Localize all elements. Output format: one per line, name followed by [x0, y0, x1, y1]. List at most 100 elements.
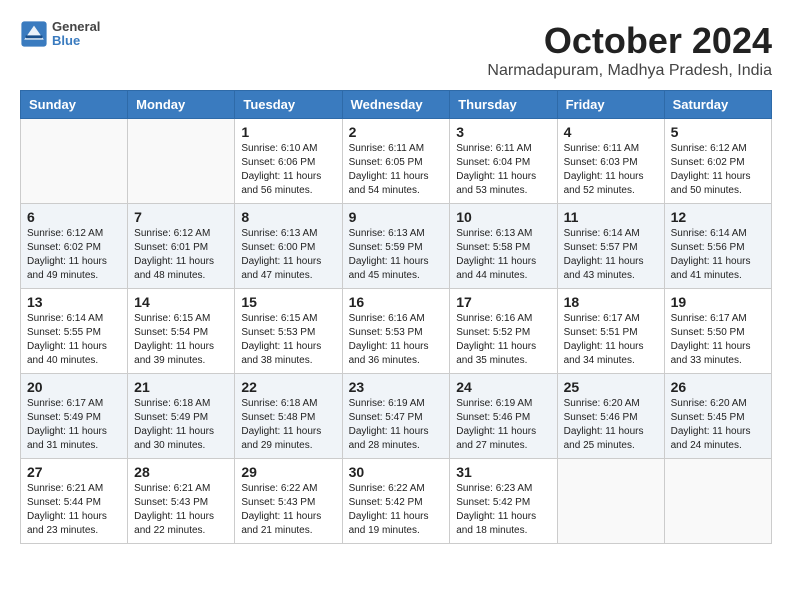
calendar-cell: 23 Sunrise: 6:19 AM Sunset: 5:47 PM Dayli… — [342, 374, 450, 459]
day-number: 12 — [671, 209, 765, 225]
day-info: Sunrise: 6:21 AM Sunset: 5:43 PM Dayligh… — [134, 482, 228, 538]
calendar-cell: 24Sunrise: 6:19 AM Sunset: 5:46 PM Dayli… — [450, 374, 557, 459]
calendar-cell: 4 Sunrise: 6:11 AM Sunset: 6:03 PM Daylig… — [557, 119, 664, 204]
calendar-cell: 11 Sunrise: 6:14 AM Sunset: 5:57 PM Dayli… — [557, 204, 664, 289]
calendar-cell: 27Sunrise: 6:21 AM Sunset: 5:44 PM Dayli… — [21, 459, 128, 544]
weekday-header-monday: Monday — [128, 91, 235, 119]
day-info: Sunrise: 6:14 AM Sunset: 5:55 PM Dayligh… — [27, 312, 121, 368]
calendar-cell: 20 Sunrise: 6:17 AM Sunset: 5:49 PM Dayli… — [21, 374, 128, 459]
day-number: 2 — [349, 124, 444, 140]
day-number: 25 — [564, 379, 658, 395]
day-info: Sunrise: 6:12 AM Sunset: 6:02 PM Dayligh… — [671, 142, 765, 198]
calendar-cell: 17 Sunrise: 6:16 AM Sunset: 5:52 PM Dayli… — [450, 289, 557, 374]
day-info: Sunrise: 6:12 AM Sunset: 6:01 PM Dayligh… — [134, 227, 228, 283]
day-info: Sunrise: 6:16 AM Sunset: 5:52 PM Dayligh… — [456, 312, 550, 368]
calendar-week-row: 27Sunrise: 6:21 AM Sunset: 5:44 PM Dayli… — [21, 459, 772, 544]
day-number: 9 — [349, 209, 444, 225]
day-number: 14 — [134, 294, 228, 310]
day-number: 24 — [456, 379, 550, 395]
day-info: Sunrise: 6:11 AM Sunset: 6:05 PM Dayligh… — [349, 142, 444, 198]
day-info: Sunrise: 6:20 AM Sunset: 5:45 PM Dayligh… — [671, 397, 765, 453]
calendar-week-row: 20 Sunrise: 6:17 AM Sunset: 5:49 PM Dayli… — [21, 374, 772, 459]
day-info: Sunrise: 6:15 AM Sunset: 5:53 PM Dayligh… — [241, 312, 335, 368]
day-info: Sunrise: 6:13 AM Sunset: 5:58 PM Dayligh… — [456, 227, 550, 283]
calendar-cell: 29 Sunrise: 6:22 AM Sunset: 5:43 PM Dayli… — [235, 459, 342, 544]
day-info: Sunrise: 6:23 AM Sunset: 5:42 PM Dayligh… — [456, 482, 550, 538]
logo-general: General — [52, 20, 100, 34]
day-info: Sunrise: 6:20 AM Sunset: 5:46 PM Dayligh… — [564, 397, 658, 453]
day-info: Sunrise: 6:11 AM Sunset: 6:03 PM Dayligh… — [564, 142, 658, 198]
calendar-cell: 19 Sunrise: 6:17 AM Sunset: 5:50 PM Dayli… — [664, 289, 771, 374]
calendar-cell: 1 Sunrise: 6:10 AM Sunset: 6:06 PM Daylig… — [235, 119, 342, 204]
day-number: 6 — [27, 209, 121, 225]
day-number: 28 — [134, 464, 228, 480]
calendar-week-row: 13Sunrise: 6:14 AM Sunset: 5:55 PM Dayli… — [21, 289, 772, 374]
calendar-cell: 15 Sunrise: 6:15 AM Sunset: 5:53 PM Dayli… — [235, 289, 342, 374]
calendar-week-row: 1 Sunrise: 6:10 AM Sunset: 6:06 PM Daylig… — [21, 119, 772, 204]
calendar-cell: 21 Sunrise: 6:18 AM Sunset: 5:49 PM Dayli… — [128, 374, 235, 459]
day-info: Sunrise: 6:22 AM Sunset: 5:43 PM Dayligh… — [241, 482, 335, 538]
day-number: 29 — [241, 464, 335, 480]
calendar-cell: 3 Sunrise: 6:11 AM Sunset: 6:04 PM Daylig… — [450, 119, 557, 204]
day-number: 11 — [564, 209, 658, 225]
calendar-cell: 5 Sunrise: 6:12 AM Sunset: 6:02 PM Daylig… — [664, 119, 771, 204]
day-number: 8 — [241, 209, 335, 225]
calendar-cell: 31 Sunrise: 6:23 AM Sunset: 5:42 PM Dayli… — [450, 459, 557, 544]
day-info: Sunrise: 6:10 AM Sunset: 6:06 PM Dayligh… — [241, 142, 335, 198]
day-info: Sunrise: 6:18 AM Sunset: 5:49 PM Dayligh… — [134, 397, 228, 453]
day-info: Sunrise: 6:19 AM Sunset: 5:47 PM Dayligh… — [349, 397, 444, 453]
day-number: 20 — [27, 379, 121, 395]
day-number: 5 — [671, 124, 765, 140]
day-info: Sunrise: 6:16 AM Sunset: 5:53 PM Dayligh… — [349, 312, 444, 368]
day-number: 3 — [456, 124, 550, 140]
calendar-cell: 30 Sunrise: 6:22 AM Sunset: 5:42 PM Dayli… — [342, 459, 450, 544]
weekday-header-wednesday: Wednesday — [342, 91, 450, 119]
day-number: 23 — [349, 379, 444, 395]
day-info: Sunrise: 6:15 AM Sunset: 5:54 PM Dayligh… — [134, 312, 228, 368]
weekday-header-friday: Friday — [557, 91, 664, 119]
calendar-cell — [664, 459, 771, 544]
day-info: Sunrise: 6:17 AM Sunset: 5:50 PM Dayligh… — [671, 312, 765, 368]
calendar-cell: 14 Sunrise: 6:15 AM Sunset: 5:54 PM Dayli… — [128, 289, 235, 374]
day-number: 15 — [241, 294, 335, 310]
logo-text: General Blue — [52, 20, 100, 49]
calendar-cell: 16 Sunrise: 6:16 AM Sunset: 5:53 PM Dayli… — [342, 289, 450, 374]
day-number: 21 — [134, 379, 228, 395]
weekday-header-sunday: Sunday — [21, 91, 128, 119]
day-info: Sunrise: 6:13 AM Sunset: 6:00 PM Dayligh… — [241, 227, 335, 283]
calendar-cell: 25 Sunrise: 6:20 AM Sunset: 5:46 PM Dayli… — [557, 374, 664, 459]
logo-blue: Blue — [52, 34, 100, 48]
calendar-cell: 8 Sunrise: 6:13 AM Sunset: 6:00 PM Daylig… — [235, 204, 342, 289]
weekday-header-saturday: Saturday — [664, 91, 771, 119]
day-info: Sunrise: 6:14 AM Sunset: 5:57 PM Dayligh… — [564, 227, 658, 283]
day-info: Sunrise: 6:14 AM Sunset: 5:56 PM Dayligh… — [671, 227, 765, 283]
calendar-cell: 28 Sunrise: 6:21 AM Sunset: 5:43 PM Dayli… — [128, 459, 235, 544]
calendar-cell: 12 Sunrise: 6:14 AM Sunset: 5:56 PM Dayli… — [664, 204, 771, 289]
logo: General Blue — [20, 20, 100, 49]
day-number: 16 — [349, 294, 444, 310]
day-info: Sunrise: 6:13 AM Sunset: 5:59 PM Dayligh… — [349, 227, 444, 283]
calendar-cell — [128, 119, 235, 204]
day-info: Sunrise: 6:17 AM Sunset: 5:49 PM Dayligh… — [27, 397, 121, 453]
calendar-table: SundayMondayTuesdayWednesdayThursdayFrid… — [20, 90, 772, 544]
day-number: 10 — [456, 209, 550, 225]
day-number: 30 — [349, 464, 444, 480]
day-number: 7 — [134, 209, 228, 225]
day-number: 26 — [671, 379, 765, 395]
calendar-cell: 18Sunrise: 6:17 AM Sunset: 5:51 PM Dayli… — [557, 289, 664, 374]
day-number: 17 — [456, 294, 550, 310]
weekday-header-thursday: Thursday — [450, 91, 557, 119]
day-number: 1 — [241, 124, 335, 140]
day-number: 22 — [241, 379, 335, 395]
day-number: 19 — [671, 294, 765, 310]
day-info: Sunrise: 6:21 AM Sunset: 5:44 PM Dayligh… — [27, 482, 121, 538]
day-number: 31 — [456, 464, 550, 480]
weekday-header-tuesday: Tuesday — [235, 91, 342, 119]
day-info: Sunrise: 6:11 AM Sunset: 6:04 PM Dayligh… — [456, 142, 550, 198]
calendar-cell: 22Sunrise: 6:18 AM Sunset: 5:48 PM Dayli… — [235, 374, 342, 459]
day-info: Sunrise: 6:12 AM Sunset: 6:02 PM Dayligh… — [27, 227, 121, 283]
title-block: October 2024 Narmadapuram, Madhya Prades… — [487, 20, 772, 80]
location-title: Narmadapuram, Madhya Pradesh, India — [487, 62, 772, 80]
day-number: 4 — [564, 124, 658, 140]
day-info: Sunrise: 6:22 AM Sunset: 5:42 PM Dayligh… — [349, 482, 444, 538]
